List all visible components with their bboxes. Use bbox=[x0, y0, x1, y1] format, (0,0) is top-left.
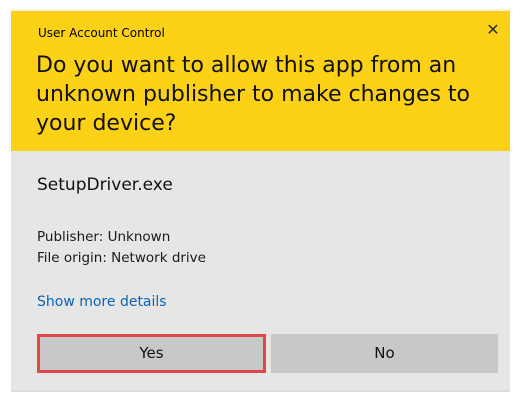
app-name: SetupDriver.exe bbox=[37, 175, 173, 195]
dialog-bottom-edge bbox=[11, 390, 510, 392]
yes-button[interactable]: Yes bbox=[37, 334, 266, 373]
app-meta: Publisher: Unknown File origin: Network … bbox=[37, 227, 206, 269]
dialog-title: User Account Control bbox=[38, 26, 165, 40]
file-origin-label: File origin: Network drive bbox=[37, 250, 206, 266]
uac-header: User Account Control ✕ Do you want to al… bbox=[11, 11, 510, 151]
uac-dialog: User Account Control ✕ Do you want to al… bbox=[11, 9, 510, 392]
close-icon[interactable]: ✕ bbox=[484, 21, 502, 39]
uac-question: Do you want to allow this app from an un… bbox=[36, 53, 471, 136]
publisher-label: Publisher: Unknown bbox=[37, 229, 171, 245]
show-more-details-link[interactable]: Show more details bbox=[37, 294, 167, 310]
no-button[interactable]: No bbox=[271, 334, 498, 373]
